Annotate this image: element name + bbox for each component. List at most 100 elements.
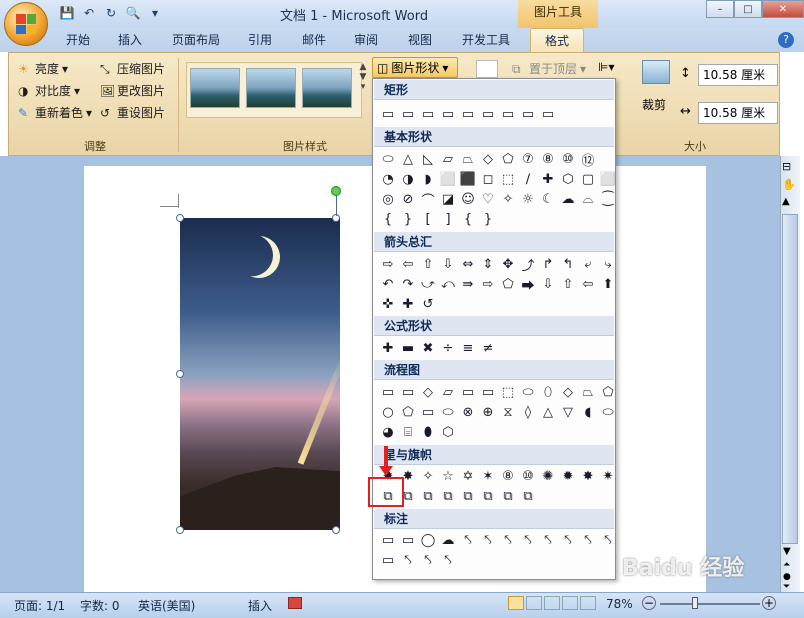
shape-item[interactable]: ▭	[379, 105, 397, 123]
shape-item[interactable]: ☁	[559, 190, 577, 208]
shape-item[interactable]: ⤷	[599, 255, 617, 273]
shape-item[interactable]: ≡	[459, 339, 477, 357]
outline-icon[interactable]	[562, 596, 578, 610]
shape-item[interactable]: ÷	[439, 339, 457, 357]
recolor-button[interactable]: ✎ 重新着色 ▾	[18, 104, 92, 121]
resize-handle[interactable]	[176, 370, 184, 378]
draft-icon[interactable]	[580, 596, 596, 610]
shape-item[interactable]: ↶	[379, 275, 397, 293]
status-page[interactable]: 页面: 1/1	[14, 597, 65, 614]
shape-item[interactable]: ⬠	[399, 403, 417, 421]
resize-handle[interactable]	[176, 526, 184, 534]
picture-border-icon[interactable]	[476, 60, 498, 78]
undo-icon[interactable]: ↶	[80, 4, 98, 22]
shape-item[interactable]: ◇	[419, 383, 437, 401]
shape-item[interactable]: ◕	[379, 423, 397, 441]
shape-item[interactable]: ✷	[599, 467, 617, 485]
shape-item[interactable]: ⤣	[439, 551, 457, 569]
reset-picture-button[interactable]: ↺ 重设图片	[100, 104, 165, 121]
contrast-button[interactable]: ◑ 对比度 ▾	[18, 82, 80, 99]
next-page-icon[interactable]: ⏷	[783, 582, 790, 592]
shape-item[interactable]: ◔	[379, 170, 397, 188]
shape-item[interactable]: ⑧	[499, 467, 517, 485]
qat-dropdown-icon[interactable]: ▾	[146, 4, 164, 22]
inserted-picture[interactable]	[180, 218, 340, 530]
tab-format[interactable]: 格式	[530, 28, 584, 52]
shape-item[interactable]: ✚	[399, 295, 417, 313]
status-language[interactable]: 英语(美国)	[138, 597, 195, 614]
shape-item[interactable]: ▭	[379, 383, 397, 401]
status-words[interactable]: 字数: 0	[80, 597, 120, 614]
shape-item[interactable]: ⬛	[459, 170, 477, 188]
change-picture-button[interactable]: 🖼 更改图片	[100, 82, 165, 99]
shape-item[interactable]: ◇	[479, 150, 497, 168]
tab-insert[interactable]: 插入	[110, 28, 150, 52]
prev-page-icon[interactable]: ⏶	[783, 560, 790, 570]
shape-item[interactable]: ⧉	[499, 487, 517, 505]
shape-item[interactable]: ⤣	[559, 531, 577, 549]
picture-style-3[interactable]	[302, 68, 352, 108]
shape-item[interactable]: ⑦	[519, 150, 537, 168]
shape-item[interactable]: ⤣	[459, 531, 477, 549]
shape-item[interactable]: {	[459, 210, 477, 228]
shape-item[interactable]: ▭	[459, 105, 477, 123]
shape-item[interactable]: {	[379, 210, 397, 228]
shape-item[interactable]: ▱	[439, 383, 457, 401]
shape-item[interactable]: ◻	[479, 170, 497, 188]
shape-item[interactable]: ▭	[379, 551, 397, 569]
shape-item[interactable]: ⌓	[579, 190, 597, 208]
width-field[interactable]: 10.58 厘米	[698, 102, 778, 124]
scroll-thumb[interactable]	[782, 214, 798, 544]
shape-item[interactable]: ↰	[559, 255, 577, 273]
shape-item[interactable]: ▭	[379, 531, 397, 549]
shape-item[interactable]: ⧉	[459, 487, 477, 505]
shape-item[interactable]: ⤻	[419, 275, 437, 293]
redo-icon[interactable]: ↻	[102, 4, 120, 22]
shape-item[interactable]: ⤣	[479, 531, 497, 549]
shape-item[interactable]: ✺	[539, 467, 557, 485]
shape-item[interactable]: ▭	[439, 105, 457, 123]
shape-item[interactable]: ⇦	[579, 275, 597, 293]
shape-item[interactable]: ⧉	[519, 487, 537, 505]
resize-handle[interactable]	[176, 214, 184, 222]
tab-page-layout[interactable]: 页面布局	[166, 28, 226, 52]
shape-item[interactable]: ≠	[479, 339, 497, 357]
shape-item[interactable]: ⬠	[499, 275, 517, 293]
shape-item[interactable]: ⇛	[459, 275, 477, 293]
full-screen-icon[interactable]	[526, 596, 542, 610]
shape-item[interactable]: ✸	[579, 467, 597, 485]
shape-item[interactable]: }	[399, 210, 417, 228]
zoom-out-icon[interactable]: −	[642, 596, 656, 610]
shape-item[interactable]: ⊘	[399, 190, 417, 208]
height-field[interactable]: 10.58 厘米	[698, 64, 778, 86]
shape-item[interactable]: ▢	[579, 170, 597, 188]
shape-item[interactable]: ⬭	[519, 383, 537, 401]
shape-item[interactable]: ✜	[379, 295, 397, 313]
shape-item[interactable]: ▱	[439, 150, 457, 168]
shape-item[interactable]: ∕	[519, 170, 537, 188]
shape-item[interactable]: ◪	[439, 190, 457, 208]
shape-item[interactable]: ▭	[399, 531, 417, 549]
office-button[interactable]	[4, 2, 48, 46]
shape-item[interactable]: ⬠	[499, 150, 517, 168]
shape-item[interactable]: ⬡	[439, 423, 457, 441]
shape-item[interactable]: ⬆	[599, 275, 617, 293]
shape-item[interactable]: ⬚	[499, 383, 517, 401]
shape-item[interactable]: ✚	[539, 170, 557, 188]
rotation-handle[interactable]	[331, 186, 341, 196]
shape-item[interactable]: △	[539, 403, 557, 421]
shape-item[interactable]: ✥	[499, 255, 517, 273]
zoom-slider[interactable]	[660, 603, 760, 605]
zoom-in-icon[interactable]: +	[762, 596, 776, 610]
shape-item[interactable]: ⬭	[599, 403, 617, 421]
shape-item[interactable]: ✧	[499, 190, 517, 208]
shape-item[interactable]: ⁐	[599, 190, 617, 208]
shape-item[interactable]: ⏢	[579, 383, 597, 401]
shape-item[interactable]: ⤣	[419, 551, 437, 569]
shape-item[interactable]: ✡	[459, 467, 477, 485]
bring-to-front-button[interactable]: ⧉ 置于顶层 ▾	[512, 60, 586, 77]
shape-item[interactable]: ⧉	[419, 487, 437, 505]
shape-item[interactable]: ⇦	[399, 255, 417, 273]
shape-item[interactable]: ▭	[459, 383, 477, 401]
shape-item[interactable]: ☾	[539, 190, 557, 208]
